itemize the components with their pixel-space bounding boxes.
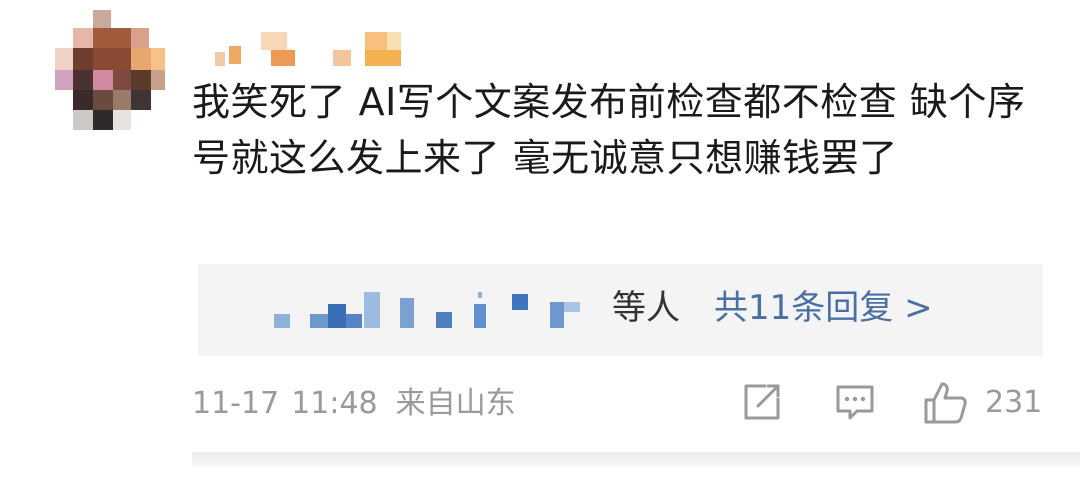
comment-icon	[836, 385, 874, 420]
share-button[interactable]	[740, 380, 784, 426]
reply-others-label: 等人	[612, 288, 680, 328]
comment-location: 来自山东	[395, 386, 516, 421]
like-count: 231	[985, 385, 1043, 420]
comment-button[interactable]	[833, 380, 877, 426]
replies-preview[interactable]: 等人 共11条回复 >	[198, 264, 1043, 356]
comment-text: 我笑死了 AI写个文案发布前检查都不检查 缺个序号就这么发上来了 毫无诚意只想赚…	[192, 80, 1026, 180]
share-icon	[744, 384, 780, 420]
divider	[192, 452, 1080, 466]
comment-meta: 11-17 11:48 来自山东	[192, 383, 516, 425]
comment-time: 11:48	[291, 386, 378, 421]
like-button[interactable]: 231	[922, 380, 1042, 426]
thumbs-up-icon	[924, 382, 967, 424]
username[interactable]	[215, 12, 415, 68]
avatar[interactable]	[55, 10, 165, 130]
comment-date: 11-17	[192, 386, 280, 421]
view-replies-link[interactable]: 共11条回复 >	[714, 286, 933, 330]
replier-names	[274, 292, 604, 332]
